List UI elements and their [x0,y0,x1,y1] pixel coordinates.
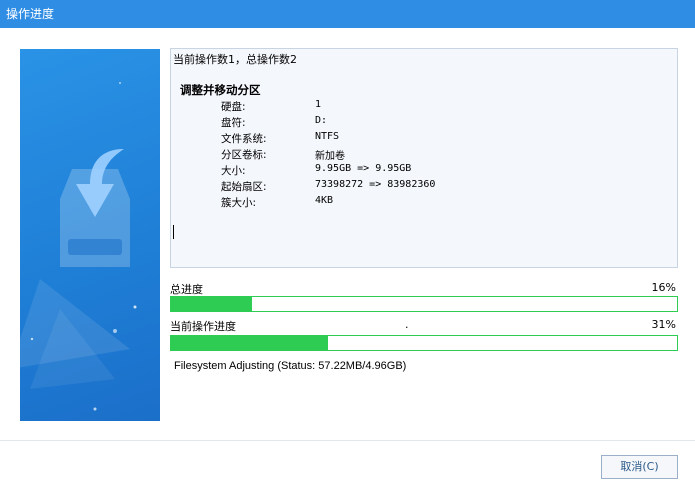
total-progress-percent: 16% [651,281,676,294]
text-caret [173,225,174,239]
footer-divider [0,440,695,441]
detail-label: 盘符: [221,117,246,129]
cancel-button[interactable]: 取消(C) [601,455,678,479]
detail-value: NTFS [315,131,340,142]
detail-label: 文件系统: [221,133,267,145]
operation-count-text: 当前操作数1，总操作数2 [173,53,297,66]
detail-value: 4KB [315,195,334,206]
side-banner [20,49,160,421]
title-bar: 操作进度 [0,0,695,28]
detail-label: 硬盘: [221,101,246,113]
operation-title: 调整并移动分区 [180,83,261,97]
current-progress-marker: . [405,318,409,331]
window-title: 操作进度 [6,7,55,21]
total-progress-label: 总进度 [170,283,203,296]
detail-value: 新加卷 [315,151,345,162]
total-progress-fill [171,297,252,311]
detail-label: 簇大小: [221,197,257,209]
current-progress-label: 当前操作进度 [170,320,236,333]
detail-label: 分区卷标: [221,149,267,161]
current-progress-percent: 31% [651,318,676,331]
total-progress-bar [170,296,678,312]
detail-label: 大小: [221,165,246,177]
detail-label: 起始扇区: [221,181,267,193]
detail-value: D: [315,115,328,126]
download-to-disk-icon [20,82,137,411]
detail-value: 1 [315,99,322,110]
detail-value: 73398272 => 83982360 [315,179,436,190]
current-progress-fill [171,336,328,350]
current-progress-bar [170,335,678,351]
detail-value: 9.95GB => 9.95GB [315,163,412,174]
operation-details-panel[interactable]: 当前操作数1，总操作数2 调整并移动分区 硬盘: 1 盘符: D: 文件系统: … [170,48,678,268]
status-text: Filesystem Adjusting (Status: 57.22MB/4.… [174,360,407,372]
